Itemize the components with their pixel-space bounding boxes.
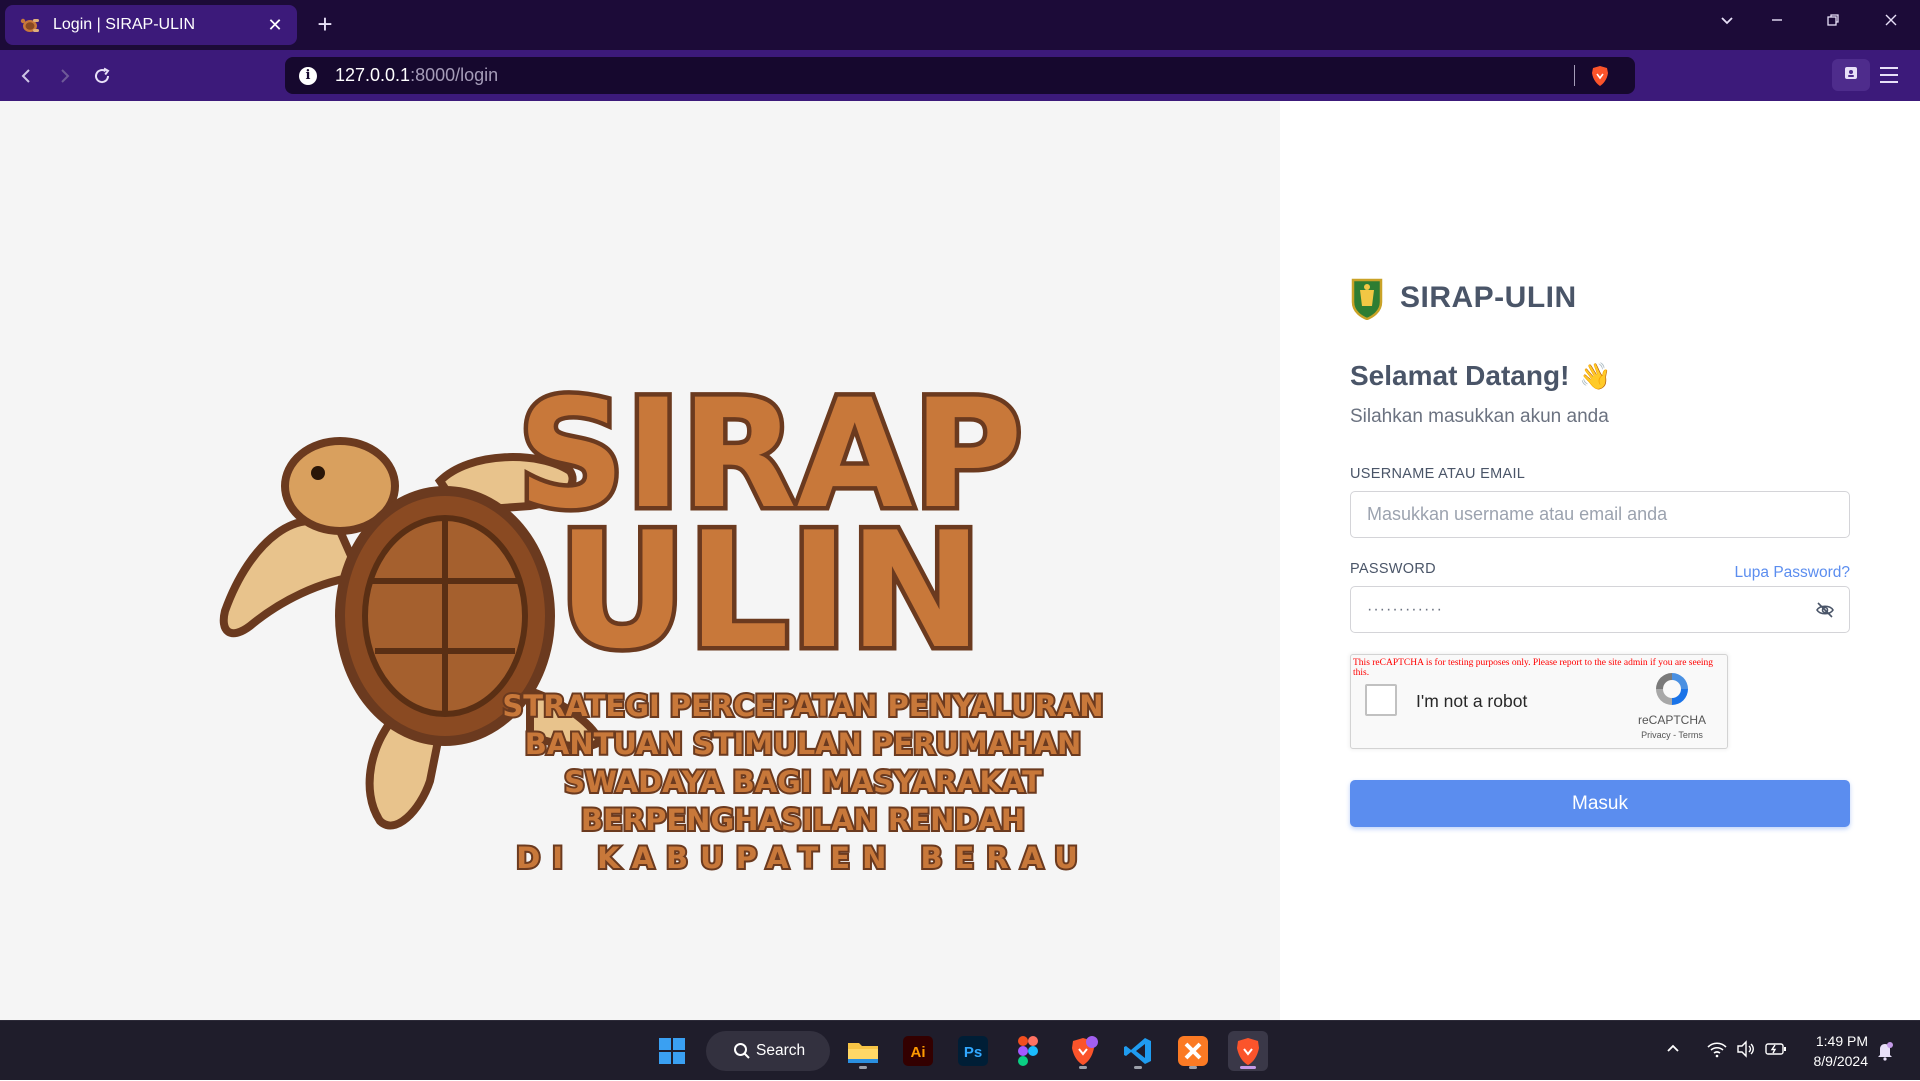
brave-nightly-icon[interactable] [1063,1031,1103,1071]
logo-tagline-line-1: STRATEGI PERCEPATAN PENYALURAN [502,689,1103,723]
recaptcha-label: I'm not a robot [1416,691,1528,711]
photoshop-icon[interactable]: Ps [953,1031,993,1071]
recaptcha-widget: This reCAPTCHA is for testing purposes o… [1350,654,1728,749]
logo-tagline-line-5: DI KABUPATEN BERAU [516,841,1090,875]
recaptcha-checkbox[interactable] [1365,684,1397,716]
clock-date: 8/9/2024 [1813,1053,1869,1069]
url-host: 127.0.0.1 [335,65,411,85]
forgot-password-link[interactable]: Lupa Password? [1735,564,1850,582]
menu-icon[interactable] [1880,62,1906,88]
login-page: SIRAP ULIN STRATEGI PERCEPATAN PENYALURA… [0,101,1920,1020]
photoshop-label: Ps [964,1044,982,1061]
username-label: USERNAME ATAU EMAIL [1350,466,1526,482]
username-placeholder: Masukkan username atau email anda [1367,504,1668,524]
recaptcha-brand: reCAPTCHA [1637,713,1706,727]
turtle-favicon-icon [19,15,41,35]
illustration-panel: SIRAP ULIN STRATEGI PERCEPATAN PENYALURA… [0,101,1280,1020]
logo-tagline-line-2: BANTUAN STIMULAN PERUMAHAN [525,727,1081,761]
tab-search-icon[interactable] [1712,12,1742,33]
wifi-icon[interactable] [1706,1040,1728,1063]
username-input[interactable]: Masukkan username atau email anda [1350,491,1850,538]
eye-off-icon[interactable] [1815,600,1835,620]
search-label: Search [756,1042,806,1059]
recaptcha-privacy-terms[interactable]: Privacy - Terms [1627,730,1717,740]
login-panel: SIRAP-ULIN Selamat Datang! 👋 Silahkan ma… [1280,101,1920,1020]
recaptcha-logo-icon [1656,673,1688,705]
password-label: PASSWORD [1350,561,1436,577]
logo-tagline-line-4: BERPENGHASILAN RENDAH [581,803,1025,837]
address-bar[interactable]: i 127.0.0.1:8000/login [285,57,1635,94]
vscode-icon[interactable] [1118,1031,1158,1071]
brand-name: SIRAP-ULIN [1400,281,1577,314]
chevron-up-icon[interactable] [1664,1040,1682,1063]
clock-time: 1:49 PM [1815,1033,1868,1049]
windows-taskbar: Search Ai Ps 1:49 PM 8/9/2024 [0,1020,1920,1080]
site-info-icon[interactable]: i [299,66,317,85]
forward-arrow-icon[interactable] [51,63,77,89]
close-window-icon[interactable] [1876,12,1906,33]
battery-charging-icon[interactable] [1764,1040,1788,1063]
system-tray [1662,1021,1788,1081]
notification-bell-icon[interactable] [1876,1041,1894,1066]
url-divider [1574,65,1575,86]
wallet-icon [1843,65,1859,86]
back-arrow-icon[interactable] [14,63,40,89]
logo-title-line2: ULIN [557,497,982,684]
brave-icon[interactable] [1228,1031,1268,1071]
welcome-title: Selamat Datang! [1350,360,1570,391]
logo-tagline-line-3: SWADAYA BAGI MASYARAKAT [564,765,1042,799]
url-path: :8000/login [410,65,499,85]
browser-toolbar: i 127.0.0.1:8000/login [0,50,1920,101]
welcome-heading: Selamat Datang! 👋 [1350,360,1612,392]
regency-crest-icon [1351,278,1383,320]
taskbar-clock[interactable]: 1:49 PM 8/9/2024 [1798,1031,1869,1071]
browser-titlebar: Login | SIRAP-ULIN ✕ + [0,0,1920,50]
search-icon [733,1042,751,1065]
login-submit-button[interactable]: Masuk [1350,780,1850,827]
brand-header: SIRAP-ULIN [1350,276,1577,320]
browser-tab-active[interactable]: Login | SIRAP-ULIN ✕ [5,5,297,45]
tab-title: Login | SIRAP-ULIN [53,16,195,33]
brave-shield-icon[interactable] [1590,65,1610,92]
welcome-subtitle: Silahkan masukkan akun anda [1350,406,1609,427]
close-tab-icon[interactable]: ✕ [265,15,285,36]
sirap-ulin-logo: SIRAP ULIN STRATEGI PERCEPATAN PENYALURA… [219,364,1106,877]
reload-icon[interactable] [89,63,115,89]
minimize-icon[interactable] [1762,12,1792,33]
windows-start-icon[interactable] [652,1031,692,1071]
password-value: ············ [1367,600,1443,618]
volume-icon[interactable] [1736,1039,1756,1063]
waving-hand-icon: 👋 [1579,360,1612,391]
xampp-icon[interactable] [1173,1031,1213,1071]
illustrator-icon[interactable]: Ai [898,1031,938,1071]
taskbar-search[interactable]: Search [706,1031,830,1071]
new-tab-button[interactable]: + [312,11,338,37]
illustrator-label: Ai [911,1044,926,1061]
password-input[interactable]: ············ [1350,586,1850,633]
file-explorer-icon[interactable] [843,1031,883,1071]
restore-icon[interactable] [1818,12,1848,33]
figma-icon[interactable] [1008,1031,1048,1071]
wallet-button[interactable] [1832,59,1870,91]
